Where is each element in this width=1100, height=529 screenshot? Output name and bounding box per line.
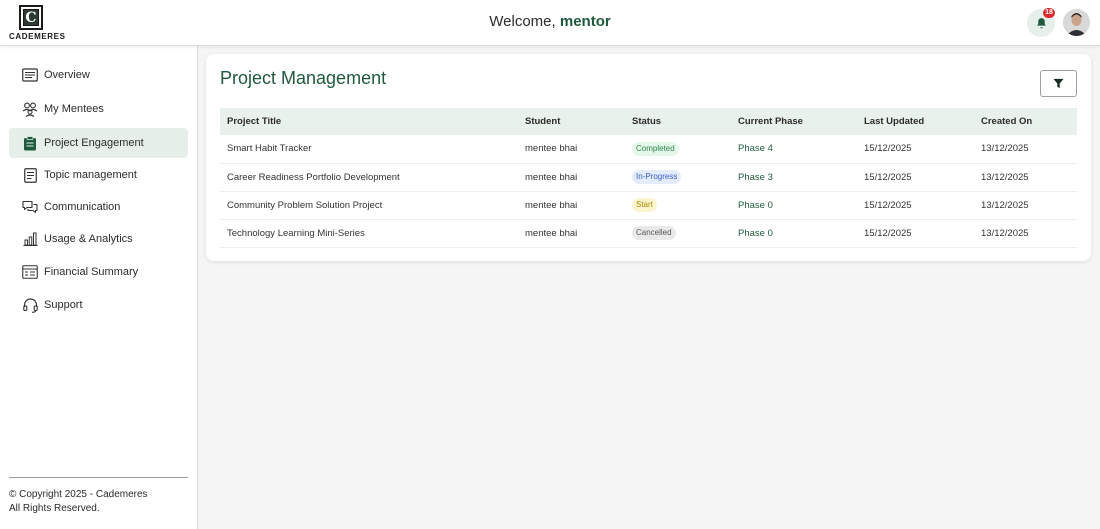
table-row[interactable]: Technology Learning Mini-Series mentee b…: [220, 219, 1077, 247]
sidebar-item-label: Topic management: [44, 169, 137, 181]
copyright-line: © Copyright 2025 - Cademeres: [9, 489, 148, 500]
rights-line: All Rights Reserved.: [9, 503, 100, 514]
phase-cell: Phase 4: [738, 143, 773, 155]
last-updated-cell: 15/12/2025: [864, 227, 912, 239]
notification-count-badge: 18: [1043, 8, 1055, 18]
page-title: Project Management: [220, 68, 387, 88]
column-header[interactable]: Last Updated: [857, 108, 974, 135]
status-cell: Start: [625, 191, 731, 219]
table-header-row: Project Title Student Status Current Pha…: [220, 108, 1077, 135]
headset-icon: [22, 297, 38, 313]
sidebar-item-label: Support: [44, 299, 83, 311]
welcome-prefix: Welcome,: [489, 13, 556, 30]
avatar-icon: [1063, 9, 1090, 36]
welcome-message: Welcome, mentor: [0, 13, 1100, 30]
sidebar-item-label: Project Engagement: [44, 137, 144, 149]
sidebar-item-financial-summary[interactable]: Financial Summary: [9, 257, 188, 287]
overview-icon: [22, 67, 38, 83]
topic-icon: [22, 167, 38, 183]
last-updated-cell: 15/12/2025: [864, 199, 912, 211]
column-header[interactable]: Student: [518, 108, 625, 135]
user-name: mentor: [559, 13, 611, 30]
column-header[interactable]: Current Phase: [731, 108, 857, 135]
status-cell: In-Progress: [625, 163, 731, 191]
sidebar-item-communication[interactable]: Communication: [9, 192, 188, 222]
column-header[interactable]: Created On: [974, 108, 1077, 135]
last-updated-cell: 15/12/2025: [864, 171, 912, 183]
phase-cell: Phase 0: [738, 227, 773, 239]
brand-name: Cademeres: [9, 32, 66, 41]
finance-icon: [22, 264, 38, 280]
column-header[interactable]: Status: [625, 108, 731, 135]
last-updated-cell: 15/12/2025: [864, 143, 912, 155]
created-on-cell: 13/12/2025: [981, 199, 1029, 211]
sidebar-item-usage-analytics[interactable]: Usage & Analytics: [9, 224, 188, 254]
project-management-card: Project Management Project Title Student…: [206, 54, 1091, 261]
top-header: C Cademeres Welcome, mentor 18: [0, 0, 1100, 46]
projects-table: Project Title Student Status Current Pha…: [220, 108, 1077, 248]
status-badge: Completed: [632, 141, 679, 156]
sidebar-item-label: Usage & Analytics: [44, 233, 133, 245]
status-cell: Cancelled: [625, 219, 731, 247]
sidebar-item-label: Communication: [44, 201, 121, 213]
column-header[interactable]: Project Title: [220, 108, 518, 135]
created-on-cell: 13/12/2025: [981, 227, 1029, 239]
user-avatar[interactable]: [1063, 9, 1090, 36]
sidebar-divider: [9, 477, 188, 478]
project-title-cell: Smart Habit Tracker: [227, 143, 312, 155]
sidebar-item-my-mentees[interactable]: My Mentees: [9, 94, 188, 124]
filter-button[interactable]: [1040, 70, 1077, 97]
mentees-icon: [22, 101, 38, 117]
status-badge: Start: [632, 198, 657, 212]
student-cell: mentee bhai: [525, 199, 578, 211]
status-cell: Completed: [625, 135, 731, 163]
sidebar-item-label: Financial Summary: [44, 266, 139, 278]
bell-icon: [1036, 17, 1046, 28]
student-cell: mentee bhai: [525, 171, 578, 183]
sidebar: Overview My Mentees Project Engagement T…: [0, 46, 198, 529]
project-title-cell: Technology Learning Mini-Series: [227, 227, 365, 239]
phase-cell: Phase 3: [738, 171, 773, 183]
project-icon: [22, 135, 38, 151]
sidebar-item-label: My Mentees: [44, 103, 104, 115]
created-on-cell: 13/12/2025: [981, 171, 1029, 183]
copyright-text: © Copyright 2025 - Cademeres All Rights …: [9, 488, 189, 516]
sidebar-item-overview[interactable]: Overview: [9, 60, 188, 90]
analytics-icon: [22, 231, 38, 247]
sidebar-item-topic-management[interactable]: Topic management: [9, 160, 188, 190]
project-title-cell: Community Problem Solution Project: [227, 199, 383, 211]
filter-icon: [1053, 78, 1064, 89]
student-cell: mentee bhai: [525, 143, 578, 155]
project-title-cell: Career Readiness Portfolio Development: [227, 171, 400, 183]
sidebar-item-support[interactable]: Support: [9, 290, 188, 320]
created-on-cell: 13/12/2025: [981, 143, 1029, 155]
status-badge: In-Progress: [632, 170, 682, 184]
sidebar-item-label: Overview: [44, 69, 90, 81]
table-row[interactable]: Career Readiness Portfolio Development m…: [220, 163, 1077, 191]
phase-cell: Phase 0: [738, 199, 773, 211]
table-row[interactable]: Community Problem Solution Project mente…: [220, 191, 1077, 219]
table-row[interactable]: Smart Habit Tracker mentee bhai Complete…: [220, 135, 1077, 163]
sidebar-item-project-engagement[interactable]: Project Engagement: [9, 128, 188, 158]
status-badge: Cancelled: [632, 226, 676, 240]
chat-icon: [22, 199, 38, 215]
student-cell: mentee bhai: [525, 227, 578, 239]
